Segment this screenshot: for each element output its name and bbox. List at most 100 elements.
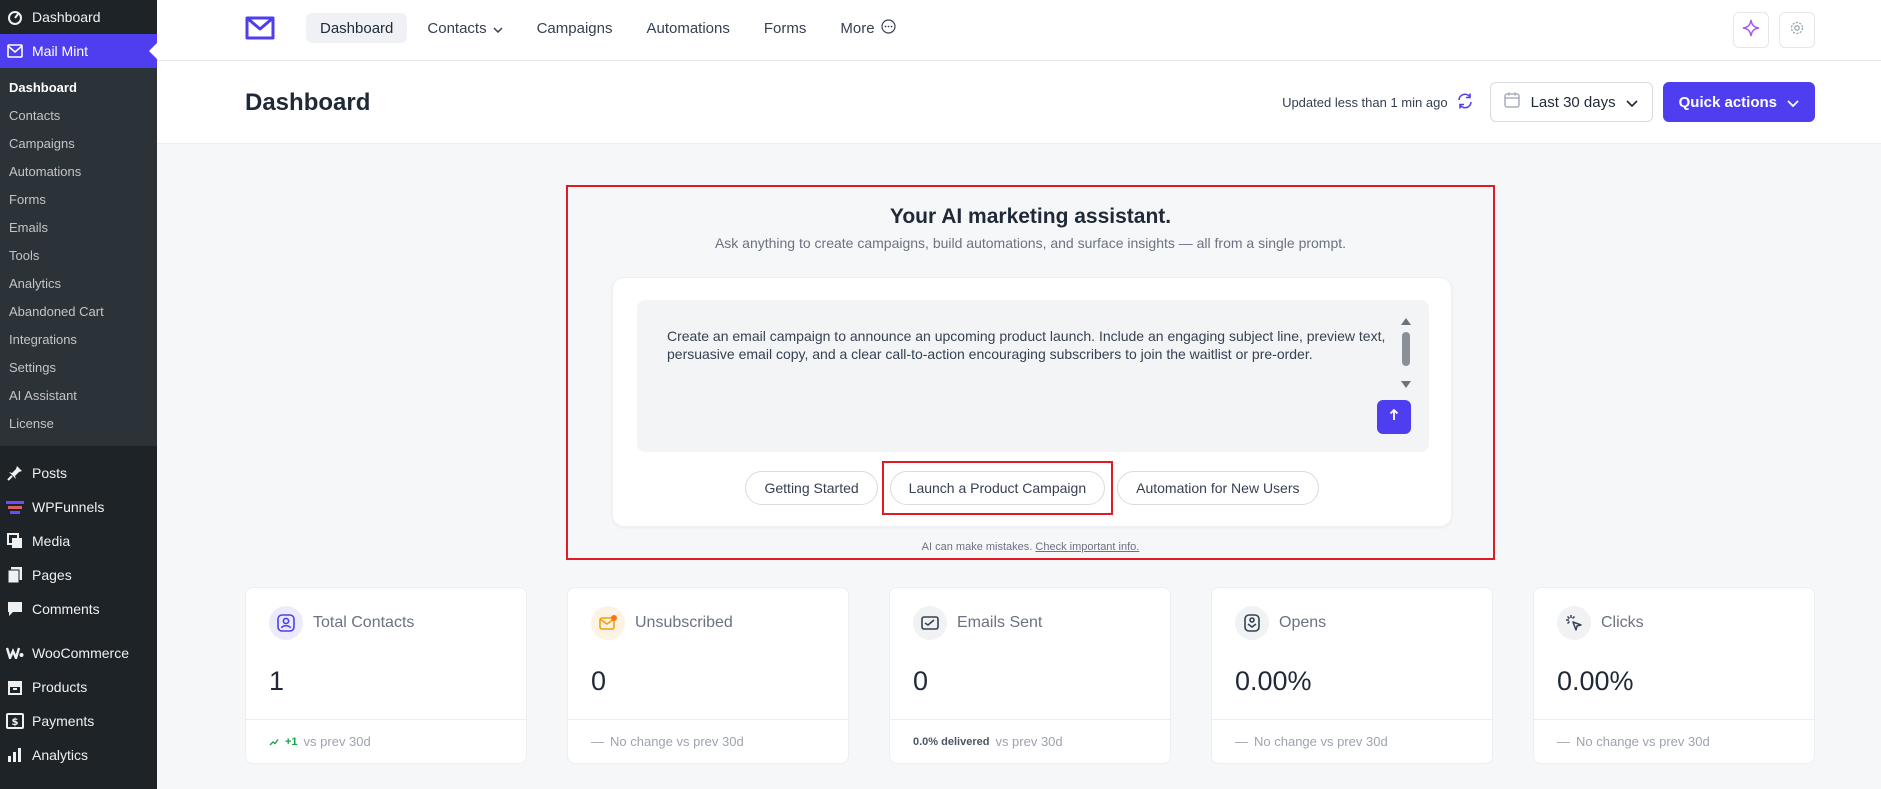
- ai-prompt-card: Create an email campaign to announce an …: [612, 277, 1452, 527]
- submenu-license[interactable]: License: [0, 410, 157, 438]
- sidebar-item-label: WPFunnels: [32, 499, 105, 515]
- unsubscribe-mail-icon: [591, 606, 625, 640]
- bar-chart-icon: [6, 746, 24, 764]
- dashboard-icon: [6, 8, 24, 26]
- sidebar-item-payments[interactable]: $ Payments: [0, 704, 157, 738]
- sidebar-item-products[interactable]: Products: [0, 670, 157, 704]
- stats-row: Total Contacts 1 +1 vs prev 30d Unsubscr…: [245, 587, 1815, 764]
- important-info-link[interactable]: Check important info.: [1035, 541, 1139, 553]
- submenu-tools[interactable]: Tools: [0, 242, 157, 270]
- submenu-automations[interactable]: Automations: [0, 158, 157, 186]
- submenu-dashboard[interactable]: Dashboard: [0, 74, 157, 102]
- comment-icon: [6, 600, 24, 618]
- submenu-contacts[interactable]: Contacts: [0, 102, 157, 130]
- ai-assistant-section: Your AI marketing assistant. Ask anythin…: [566, 185, 1495, 560]
- stat-label: Opens: [1279, 614, 1327, 631]
- highlight-box: [881, 461, 1114, 515]
- sidebar-item-media[interactable]: Media: [0, 524, 157, 558]
- stat-compare: No change vs prev 30d: [1576, 734, 1710, 749]
- opened-mail-icon: [1235, 606, 1269, 640]
- stat-label: Emails Sent: [957, 614, 1043, 631]
- prompt-scrollbar[interactable]: [1401, 318, 1411, 388]
- submenu-analytics[interactable]: Analytics: [0, 270, 157, 298]
- stat-delta: —: [1557, 734, 1570, 749]
- nav-dashboard[interactable]: Dashboard: [306, 13, 408, 43]
- stat-delta: 0.0% delivered: [913, 735, 990, 748]
- dollar-icon: $: [6, 712, 24, 730]
- stat-card-emails-sent[interactable]: Emails Sent 0 0.0% delivered vs prev 30d: [889, 587, 1171, 764]
- stat-card-opens[interactable]: Opens 0.00% — No change vs prev 30d: [1211, 587, 1493, 764]
- trend-up-icon: [269, 734, 279, 749]
- ai-disclaimer: AI can make mistakes. Check important in…: [568, 541, 1493, 553]
- nav-automations[interactable]: Automations: [632, 13, 743, 43]
- disclaimer-text: AI can make mistakes.: [921, 541, 1033, 553]
- box-icon: [6, 678, 24, 696]
- sidebar-item-mail-mint[interactable]: Mail Mint: [0, 34, 157, 68]
- calendar-icon: [1503, 91, 1521, 113]
- sidebar-item-label: Analytics: [32, 747, 89, 763]
- sidebar-item-label: Pages: [32, 567, 72, 583]
- refresh-icon[interactable]: [1456, 92, 1474, 113]
- submenu-settings[interactable]: Settings: [0, 354, 157, 382]
- pin-icon: [6, 464, 24, 482]
- pages-icon: [6, 566, 24, 584]
- nav-more[interactable]: More: [826, 13, 909, 43]
- send-prompt-button[interactable]: [1377, 400, 1411, 434]
- sidebar-item-posts[interactable]: Posts: [0, 456, 157, 490]
- nav-contacts[interactable]: Contacts: [413, 13, 516, 43]
- wp-admin-sidebar: Dashboard Mail Mint Dashboard Contacts C…: [0, 0, 157, 789]
- nav-forms[interactable]: Forms: [750, 13, 821, 43]
- ai-sparkle-button[interactable]: [1733, 12, 1769, 48]
- submenu-abandoned-cart[interactable]: Abandoned Cart: [0, 298, 157, 326]
- nav-label: Contacts: [427, 19, 487, 37]
- stat-footer: — No change vs prev 30d: [1212, 719, 1492, 763]
- sidebar-item-label: Comments: [32, 601, 100, 617]
- sidebar-item-pages[interactable]: Pages: [0, 558, 157, 592]
- prompt-textarea[interactable]: Create an email campaign to announce an …: [637, 300, 1429, 452]
- mail-icon: [6, 42, 24, 60]
- stat-card-clicks[interactable]: Clicks 0.00% — No change vs prev 30d: [1533, 587, 1815, 764]
- woo-icon: [6, 644, 24, 662]
- top-navigation: Dashboard Contacts Campaigns Automations…: [157, 0, 1881, 61]
- suggestion-getting-started[interactable]: Getting Started: [745, 471, 878, 505]
- nav-label: Automations: [646, 19, 730, 37]
- updated-text: Updated less than 1 min ago: [1282, 94, 1448, 110]
- scroll-thumb[interactable]: [1402, 332, 1410, 366]
- submenu-ai-assistant[interactable]: AI Assistant: [0, 382, 157, 410]
- scroll-up-icon[interactable]: [1401, 318, 1411, 325]
- sidebar-item-woocommerce[interactable]: WooCommerce: [0, 636, 157, 670]
- stat-label: Clicks: [1601, 614, 1644, 631]
- date-range-value: Last 30 days: [1530, 93, 1616, 111]
- date-range-select[interactable]: Last 30 days: [1489, 82, 1653, 122]
- stat-card-total-contacts[interactable]: Total Contacts 1 +1 vs prev 30d: [245, 587, 527, 764]
- settings-button[interactable]: [1779, 12, 1815, 48]
- funnel-icon: [6, 498, 24, 516]
- stat-footer: — No change vs prev 30d: [568, 719, 848, 763]
- scroll-down-icon[interactable]: [1401, 381, 1411, 388]
- sidebar-item-label: Dashboard: [32, 9, 101, 25]
- stat-footer: 0.0% delivered vs prev 30d: [890, 719, 1170, 763]
- submenu-integrations[interactable]: Integrations: [0, 326, 157, 354]
- page-title: Dashboard: [245, 89, 371, 116]
- last-updated: Updated less than 1 min ago: [1282, 92, 1474, 113]
- mail-mint-logo-icon[interactable]: [245, 16, 275, 40]
- quick-actions-button[interactable]: Quick actions: [1662, 82, 1815, 122]
- sidebar-item-wpfunnels[interactable]: WPFunnels: [0, 490, 157, 524]
- stat-label: Total Contacts: [313, 614, 415, 631]
- sidebar-item-label: Mail Mint: [32, 43, 89, 59]
- sidebar-item-label: Media: [32, 533, 71, 549]
- stat-label: Unsubscribed: [635, 614, 733, 631]
- sidebar-item-comments[interactable]: Comments: [0, 592, 157, 626]
- stat-compare: No change vs prev 30d: [1254, 734, 1388, 749]
- sidebar-item-analytics[interactable]: Analytics: [0, 738, 157, 772]
- nav-campaigns[interactable]: Campaigns: [523, 13, 627, 43]
- submenu-emails[interactable]: Emails: [0, 214, 157, 242]
- arrow-up-icon: [1389, 408, 1399, 426]
- stat-card-unsubscribed[interactable]: Unsubscribed 0 — No change vs prev 30d: [567, 587, 849, 764]
- prompt-text[interactable]: Create an email campaign to announce an …: [667, 327, 1387, 363]
- submenu-forms[interactable]: Forms: [0, 186, 157, 214]
- submenu-campaigns[interactable]: Campaigns: [0, 130, 157, 158]
- stat-value: 1: [269, 666, 285, 696]
- suggestion-automation-new-users[interactable]: Automation for New Users: [1117, 471, 1319, 505]
- sidebar-item-dashboard[interactable]: Dashboard: [0, 0, 157, 34]
